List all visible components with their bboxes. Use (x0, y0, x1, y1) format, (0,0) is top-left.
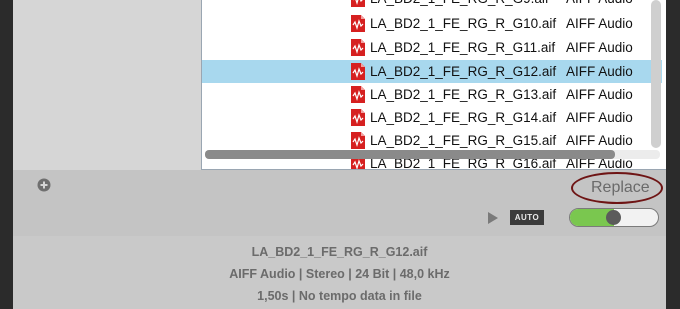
file-list[interactable]: LA_BD2_1_FE_RG_R_G9.aifAIFF AudioLA_BD2_… (201, 0, 666, 170)
auto-preview-button[interactable]: AUTO (510, 210, 544, 225)
file-name: LA_BD2_1_FE_RG_R_G12.aif (370, 64, 557, 79)
file-type: AIFF Audio (566, 16, 633, 31)
info-format: AIFF Audio | Stereo | 24 Bit | 48,0 kHz (229, 267, 450, 281)
file-name: LA_BD2_1_FE_RG_R_G14.aif (370, 110, 557, 125)
file-row[interactable]: LA_BD2_1_FE_RG_R_G13.aif AIFF Audio (202, 83, 662, 106)
file-row[interactable]: LA_BD2_1_FE_RG_R_G15.aif AIFF Audio (202, 129, 662, 152)
right-window-border (666, 0, 680, 309)
horizontal-scrollbar[interactable] (205, 150, 660, 159)
left-window-border (0, 0, 13, 309)
replace-label: Replace (591, 179, 650, 196)
preview-volume-toggle[interactable] (569, 208, 659, 227)
file-type: AIFF Audio (566, 110, 633, 125)
file-info-panel: LA_BD2_1_FE_RG_R_G12.aif AIFF Audio | St… (13, 236, 666, 309)
audio-file-icon (350, 39, 366, 56)
preview-toolbar: Replace AUTO (13, 170, 666, 236)
file-row[interactable]: LA_BD2_1_FE_RG_R_G14.aif AIFF Audio (202, 106, 662, 129)
horizontal-scrollbar-thumb[interactable] (205, 150, 615, 159)
file-row[interactable]: LA_BD2_1_FE_RG_R_G10.aif AIFF Audio (202, 12, 662, 35)
audio-file-icon (350, 15, 366, 32)
audio-file-icon (350, 0, 366, 7)
audio-file-icon (350, 132, 366, 149)
file-type: AIFF Audio (566, 40, 633, 55)
file-row[interactable]: LA_BD2_1_FE_RG_R_G12.aif AIFF Audio (202, 60, 662, 83)
browser-left-panel (13, 0, 201, 170)
info-filename: LA_BD2_1_FE_RG_R_G12.aif (251, 245, 428, 259)
file-row[interactable]: LA_BD2_1_FE_RG_R_G11.aif AIFF Audio (202, 36, 662, 59)
file-name: LA_BD2_1_FE_RG_R_G15.aif (370, 133, 557, 148)
audio-file-icon (350, 86, 366, 103)
file-row[interactable]: LA_BD2_1_FE_RG_R_G9.aif AIFF Audio (202, 0, 662, 10)
file-name: LA_BD2_1_FE_RG_R_G11.aif (370, 40, 556, 55)
file-name: LA_BD2_1_FE_RG_R_G10.aif (370, 16, 557, 31)
info-duration: 1,50s | No tempo data in file (257, 289, 422, 303)
file-name: LA_BD2_1_FE_RG_R_G9.aif (370, 0, 549, 6)
file-type: AIFF Audio (566, 0, 633, 6)
file-type: AIFF Audio (566, 87, 633, 102)
replace-button[interactable]: Replace (571, 172, 663, 204)
plus-circle-icon[interactable] (37, 178, 51, 192)
file-type: AIFF Audio (566, 64, 633, 79)
file-name: LA_BD2_1_FE_RG_R_G13.aif (370, 87, 557, 102)
file-type: AIFF Audio (566, 133, 633, 148)
play-icon[interactable] (488, 211, 498, 224)
toggle-knob[interactable] (606, 210, 621, 225)
audio-file-icon (350, 109, 366, 126)
vertical-scrollbar[interactable] (651, 0, 661, 148)
audio-file-icon (350, 63, 366, 80)
